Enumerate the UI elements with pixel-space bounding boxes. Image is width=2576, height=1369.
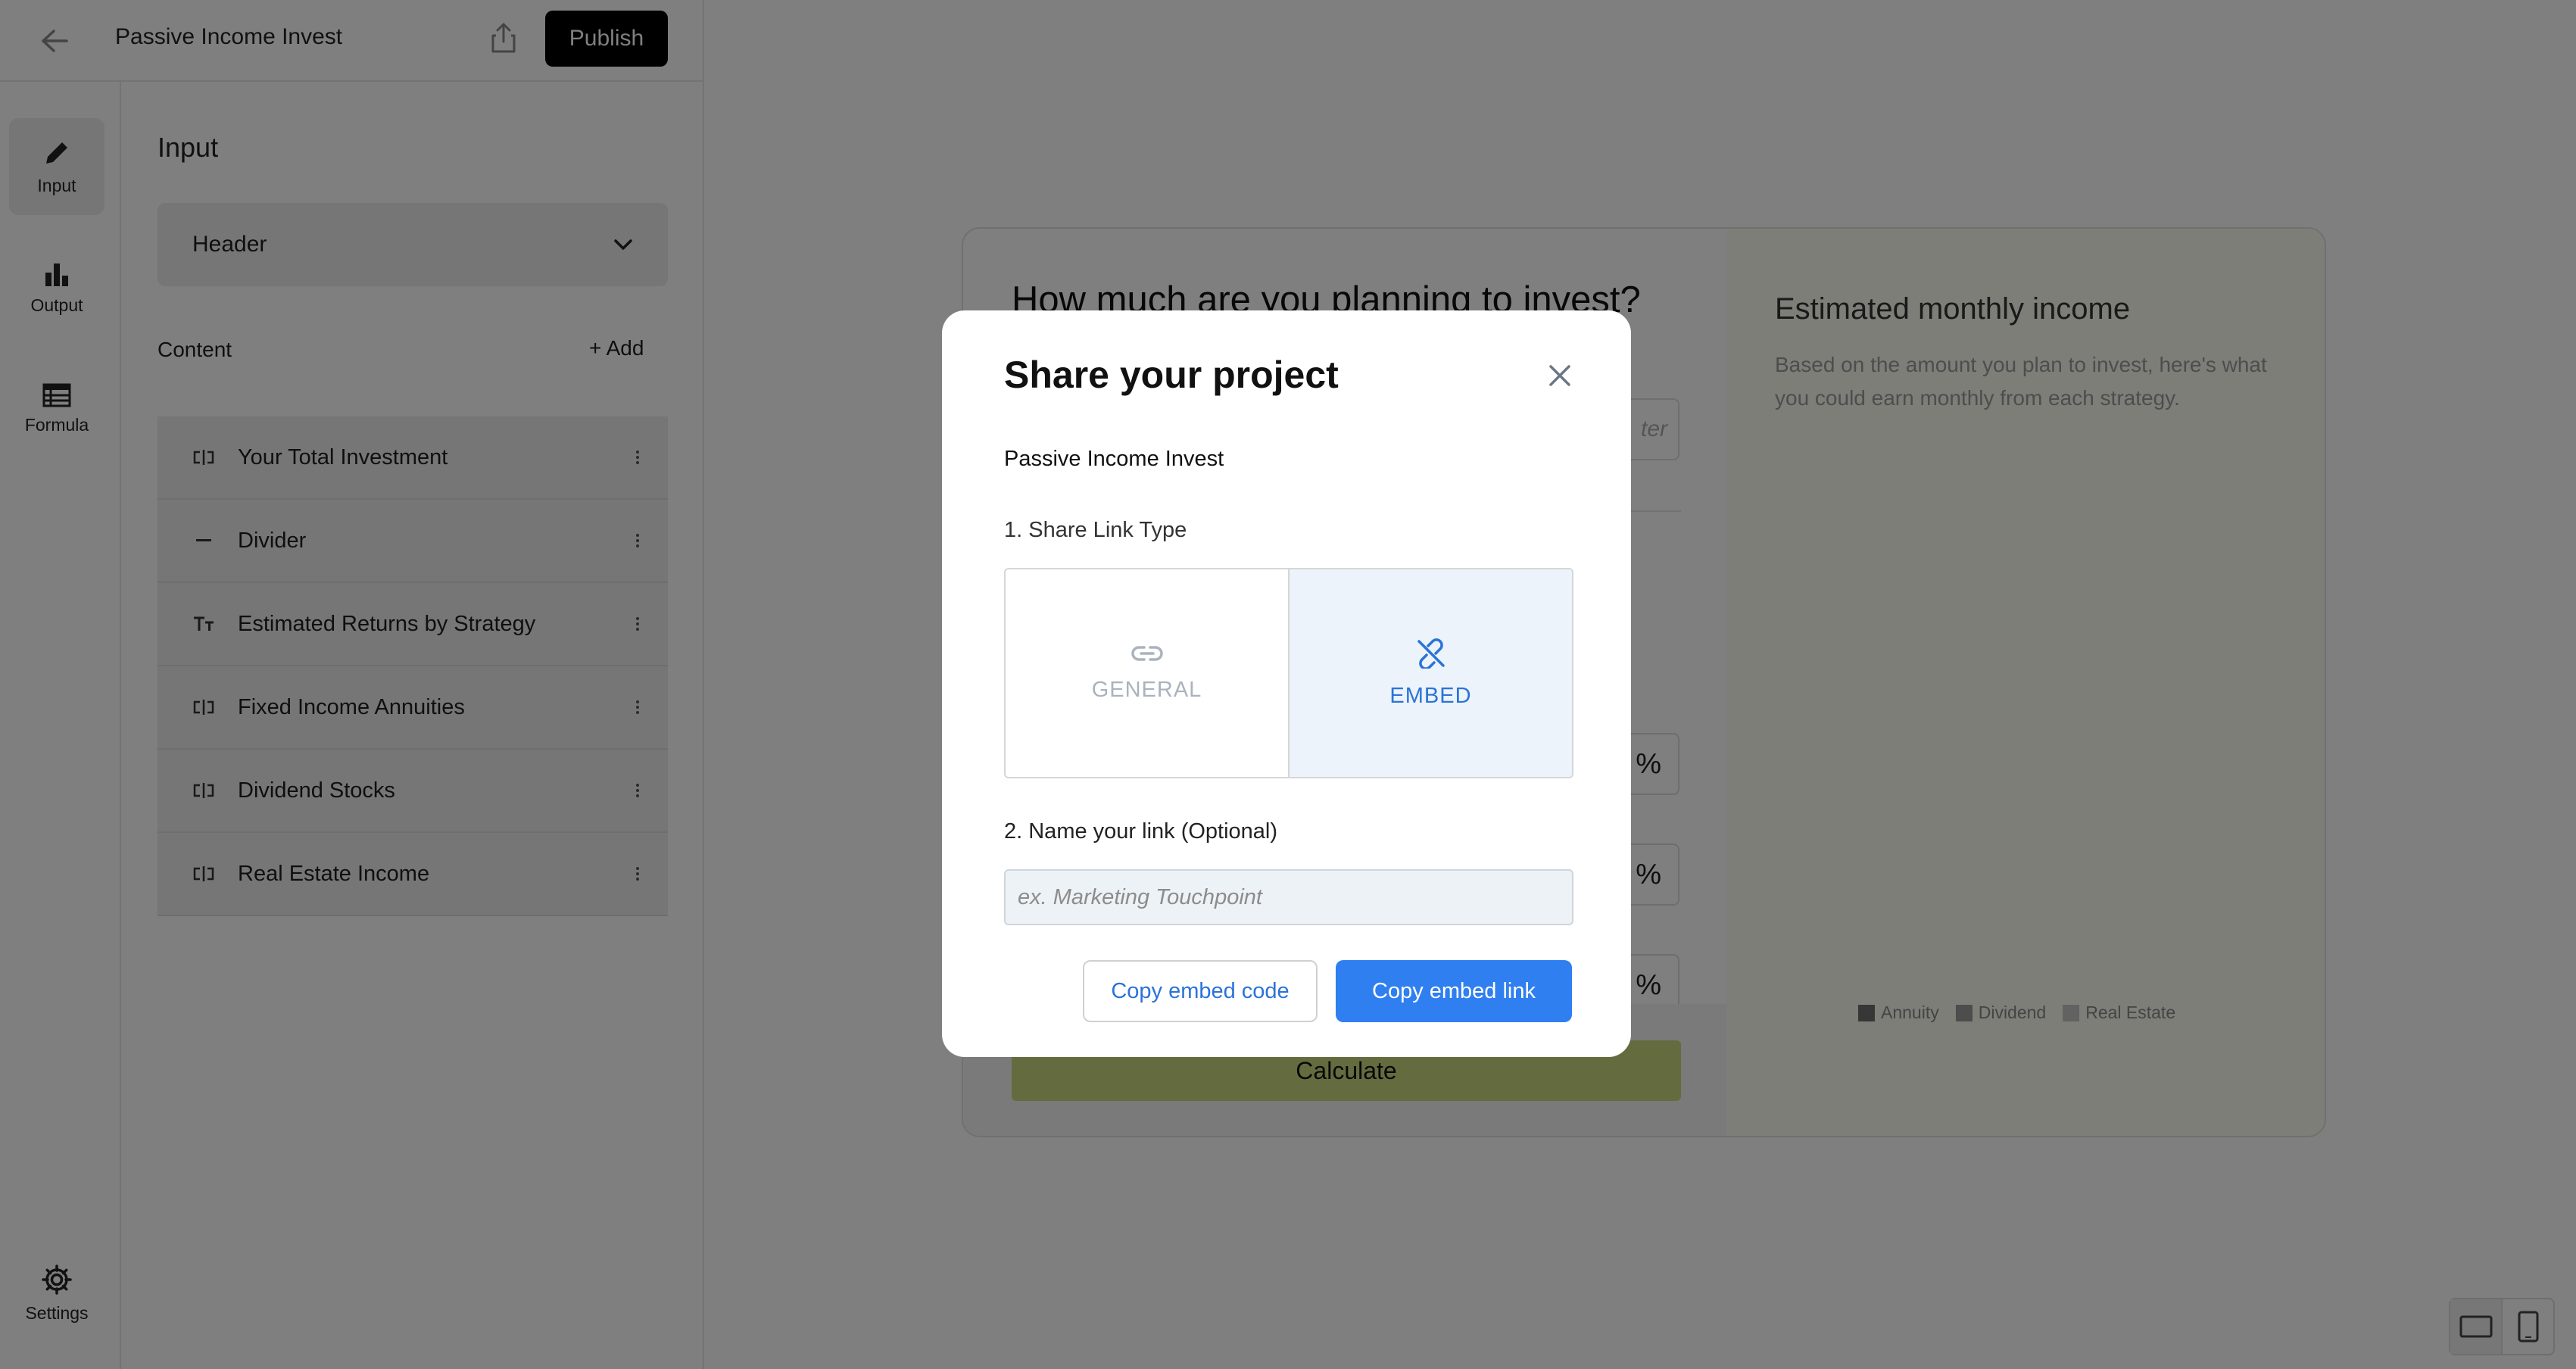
close-button[interactable] [1542,357,1578,394]
embed-option[interactable]: EMBED [1288,569,1572,777]
close-icon [1549,365,1570,386]
link-name-input[interactable] [1004,869,1573,925]
share-link-type-label: 1. Share Link Type [1004,518,1187,542]
share-modal: Share your project Passive Income Invest… [942,310,1631,1057]
copy-embed-code-button[interactable]: Copy embed code [1083,960,1318,1022]
unlink-icon [1417,638,1445,669]
general-option[interactable]: GENERAL [1006,569,1288,777]
share-link-type-selector: GENERAL EMBED [1004,568,1573,778]
general-option-label: GENERAL [1091,677,1202,702]
link-name-label: 2. Name your link (Optional) [1004,819,1278,844]
embed-option-label: EMBED [1389,683,1472,708]
link-icon [1131,645,1163,661]
project-name: Passive Income Invest [1004,447,1224,471]
modal-title: Share your project [1004,354,1339,396]
copy-embed-link-button[interactable]: Copy embed link [1336,960,1572,1022]
